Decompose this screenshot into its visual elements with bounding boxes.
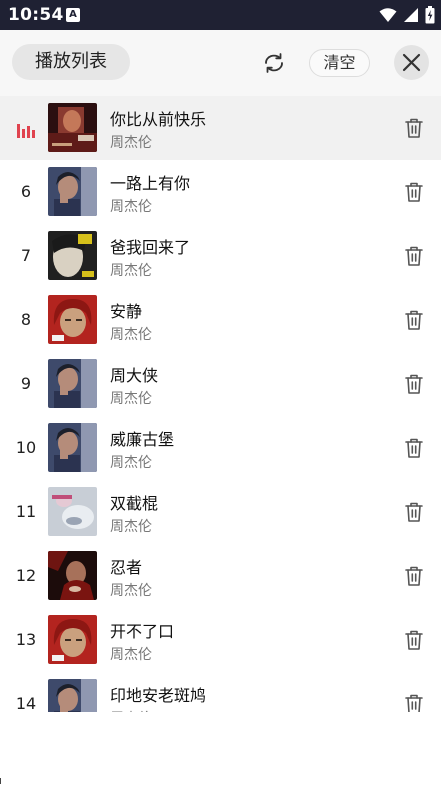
song-row[interactable]: 6 一路上有你周杰伦 [0,160,441,224]
song-artist: 周杰伦 [110,391,152,407]
song-index: 6 [20,182,32,201]
clear-button[interactable]: 清空 [309,49,370,77]
delete-song-button[interactable] [403,180,425,204]
song-index: 14 [15,694,37,712]
delete-song-button[interactable] [403,500,425,524]
song-title: 你比从前快乐 [110,110,207,129]
album-cover [48,551,97,600]
song-index: 10 [15,438,37,457]
delete-song-button[interactable] [403,372,425,396]
song-title: 双截棍 [110,494,159,513]
song-artist: 周杰伦 [110,455,152,471]
album-cover [48,487,97,536]
song-row[interactable]: 11 双截棍周杰伦 [0,480,441,544]
trash-icon [405,182,423,202]
song-artist: 周杰伦 [110,708,152,712]
corner-mark [0,778,4,784]
trash-icon [405,566,423,586]
album-cover [48,231,97,280]
delete-song-button[interactable] [403,436,425,460]
trash-icon [405,118,423,138]
song-title: 周大侠 [110,366,159,385]
song-row[interactable]: 10 威廉古堡周杰伦 [0,416,441,480]
song-artist: 周杰伦 [110,647,152,663]
delete-song-button[interactable] [403,564,425,588]
song-title: 印地安老斑鸠 [110,686,207,705]
song-artist: 周杰伦 [110,199,152,215]
album-cover [48,615,97,664]
song-artist: 周杰伦 [110,583,152,599]
song-title: 安静 [110,302,143,321]
album-cover [48,423,97,472]
song-row[interactable]: 9 周大侠周杰伦 [0,352,441,416]
song-row[interactable]: 14 印地安老斑鸠周杰伦 [0,672,441,712]
song-index: 12 [15,566,37,585]
song-row[interactable]: 8 安静周杰伦 [0,288,441,352]
trash-icon [405,246,423,266]
now-playing-icon [17,124,35,138]
trash-icon [405,374,423,394]
delete-song-button[interactable] [403,692,425,712]
battery-icon [425,6,435,24]
album-cover [48,679,97,712]
playlist-title-button[interactable]: 播放列表 [12,44,130,80]
trash-icon [405,502,423,522]
song-index: 9 [20,374,32,393]
delete-song-button[interactable] [403,244,425,268]
trash-icon [405,310,423,330]
song-title: 威廉古堡 [110,430,175,449]
song-row[interactable]: 7 爸我回来了周杰伦 [0,224,441,288]
song-artist: 周杰伦 [110,263,152,279]
album-cover [48,167,97,216]
trash-icon [405,630,423,650]
song-index: 11 [15,502,37,521]
song-index: 13 [15,630,37,649]
status-bar: 10:54 A [0,0,441,30]
playlist-header: 播放列表 清空 [0,30,441,96]
album-cover [48,359,97,408]
delete-song-button[interactable] [403,116,425,140]
song-title: 一路上有你 [110,174,191,193]
signal-icon [404,8,418,22]
song-artist: 周杰伦 [110,135,152,151]
song-row[interactable]: 13 开不了口周杰伦 [0,608,441,672]
trash-icon [405,438,423,458]
song-artist: 周杰伦 [110,327,152,343]
song-row[interactable]: 你比从前快乐 周杰伦 [0,96,441,160]
album-cover [48,295,97,344]
status-icons [379,6,435,24]
repeat-button[interactable] [261,50,287,76]
song-title: 爸我回来了 [110,238,191,257]
wifi-icon [379,8,397,22]
song-title: 开不了口 [110,622,175,641]
status-time: 10:54 [8,5,64,25]
trash-icon [405,694,423,712]
repeat-icon [265,53,283,73]
song-index: 7 [20,246,32,265]
close-icon [402,53,421,72]
song-list: 你比从前快乐 周杰伦 6 一路上有你 周杰伦 7 爸我回来了 周杰伦 8 安静 周杰伦 9 周大侠 周杰伦… [0,96,441,712]
album-cover [48,103,97,152]
song-artist: 周杰伦 [110,519,152,535]
song-row[interactable]: 12 忍者周杰伦 [0,544,441,608]
delete-song-button[interactable] [403,628,425,652]
close-button[interactable] [394,45,429,80]
song-title: 忍者 [110,558,143,577]
song-index: 8 [20,310,32,329]
notification-icon: A [66,8,80,22]
delete-song-button[interactable] [403,308,425,332]
